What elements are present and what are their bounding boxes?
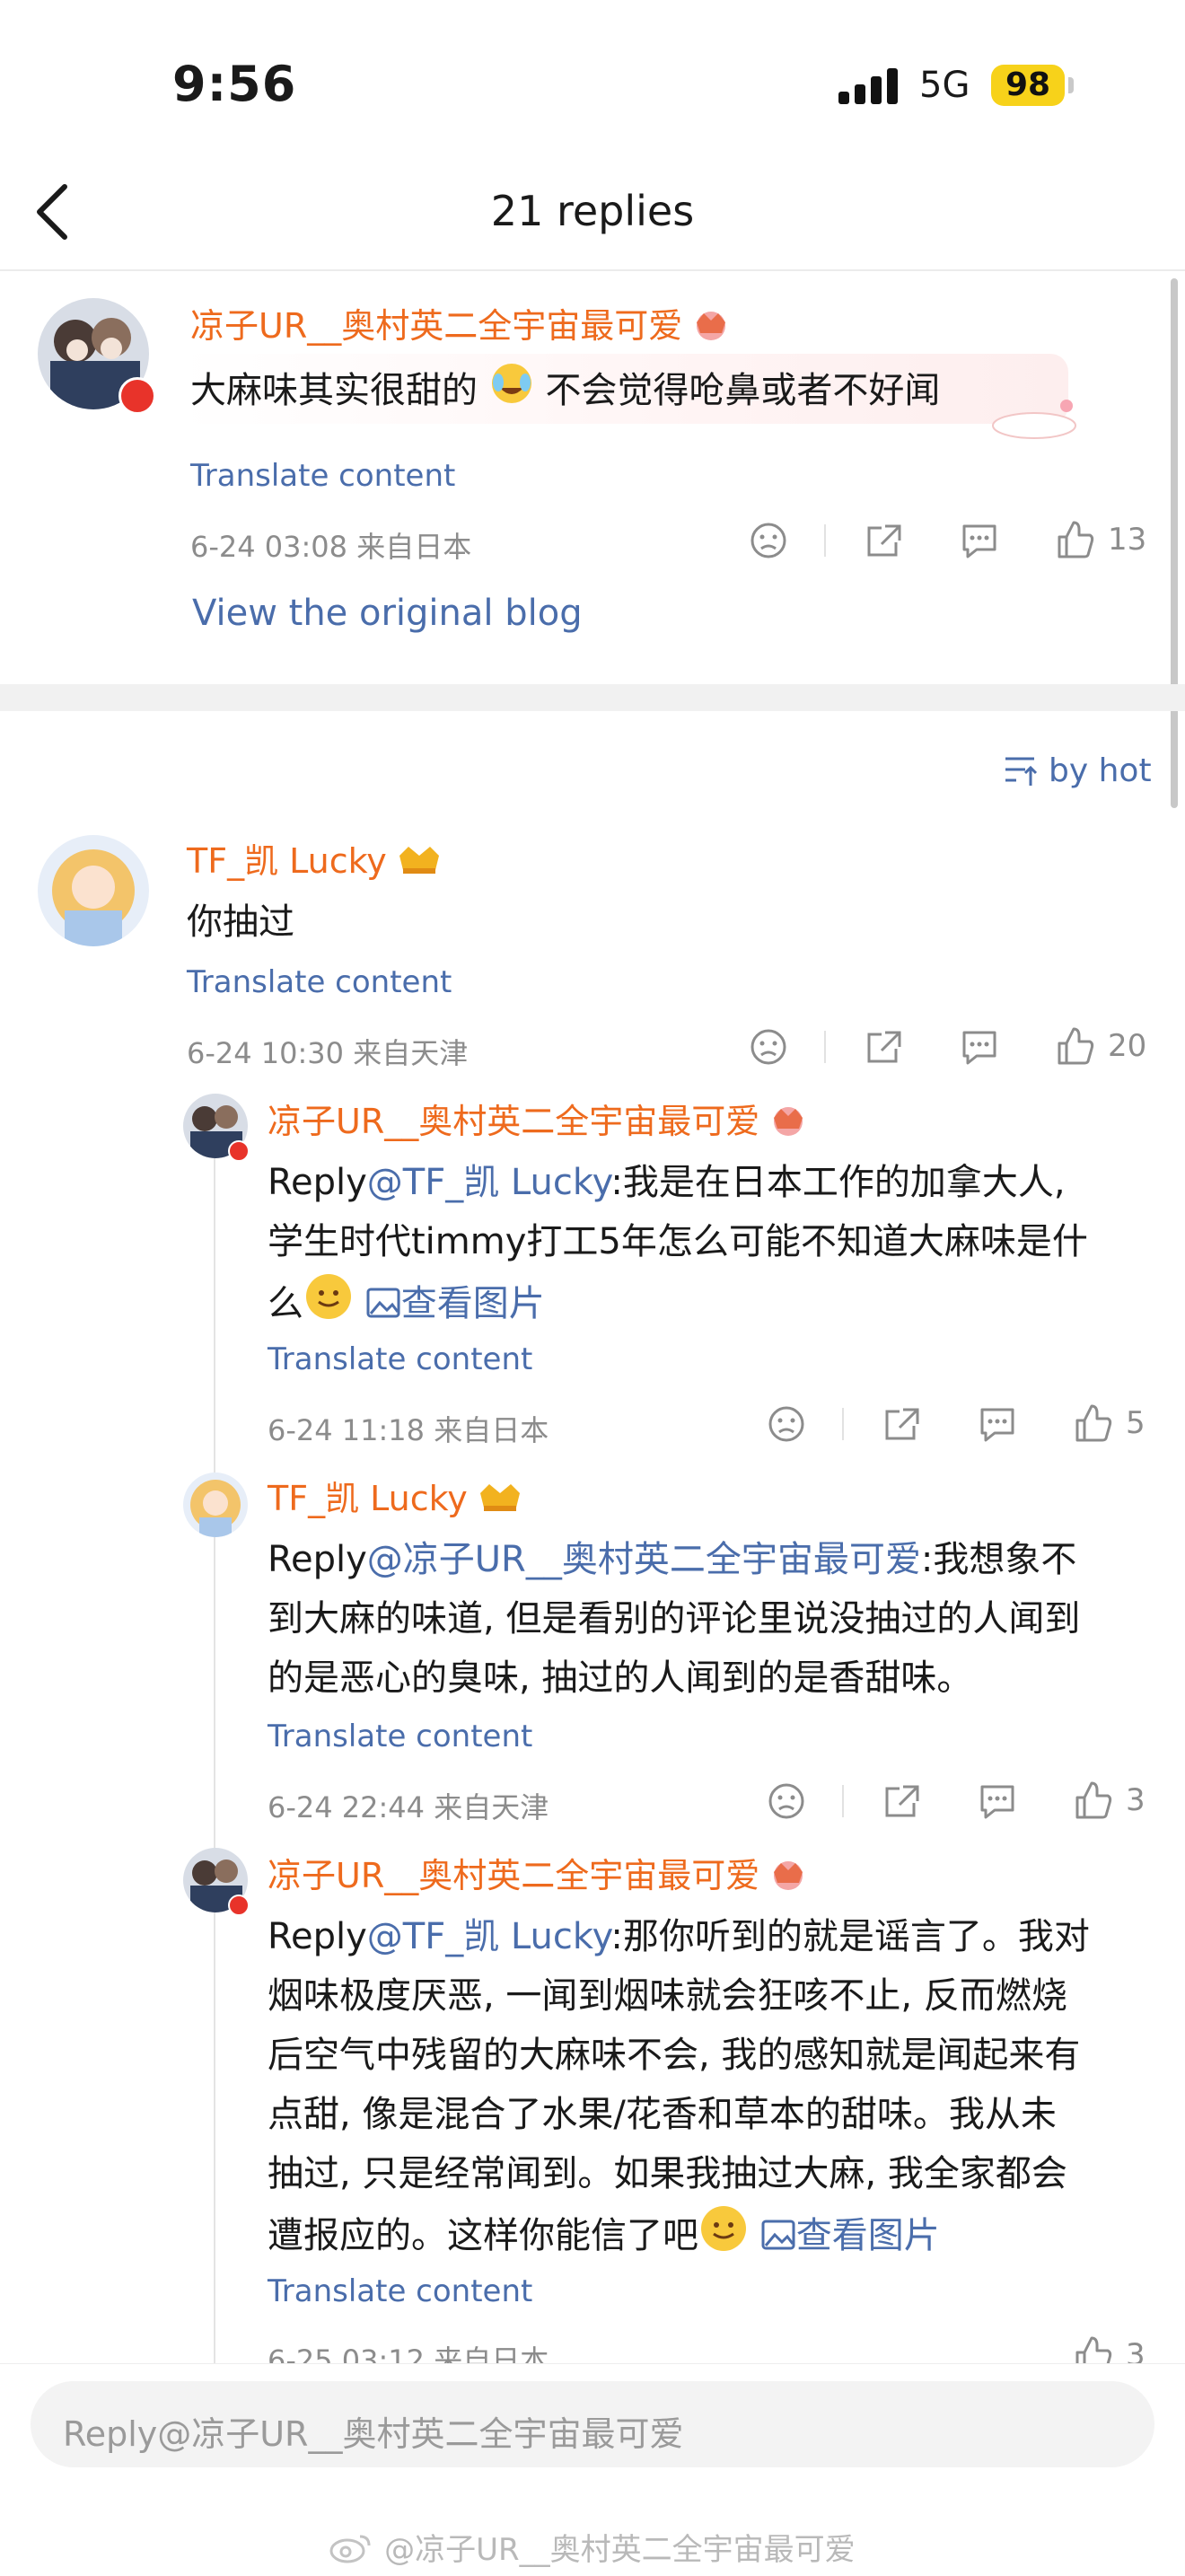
reply-share-button[interactable]	[882, 1404, 923, 1444]
comment-meta: 6-24 10:30 来自天津	[187, 1036, 469, 1070]
reply-text: Reply@TF_凯 Lucky:我是在日本工作的加拿大人, 学生时代timmy…	[268, 1153, 1156, 1340]
root-comment-button[interactable]	[959, 521, 1000, 560]
reply-translate-link[interactable]: Translate content	[268, 1719, 532, 1754]
mention-link[interactable]: @TF_凯 Lucky	[367, 1916, 611, 1957]
reply-comment-button[interactable]	[977, 1781, 1018, 1821]
crown-badge-icon	[475, 1479, 525, 1523]
divider	[824, 524, 826, 557]
thread-line	[214, 1126, 215, 2370]
comment-translate-link[interactable]: Translate content	[187, 964, 452, 1000]
header-divider	[0, 269, 1185, 271]
avatar-reply-2[interactable]	[183, 1473, 248, 1537]
smile-emoji-icon	[698, 2203, 749, 2272]
dislike-face-icon	[750, 1029, 786, 1065]
crying-laugh-emoji-icon	[489, 361, 534, 424]
reply-meta: 6-24 22:44 来自天津	[268, 1790, 549, 1824]
comment-text: 你抽过	[187, 901, 294, 943]
crown-badge-icon	[767, 1102, 810, 1146]
dislike-face-icon	[768, 1406, 804, 1442]
reply-text: Reply@凉子UR__奥村英二全宇宙最可爱:我想象不 到大麻的味道, 但是看别…	[268, 1539, 1081, 1699]
view-image-link[interactable]: 查看图片	[760, 2215, 940, 2256]
root-dislike-button[interactable]	[749, 521, 788, 560]
share-icon	[885, 1785, 919, 1817]
reply-comment-button[interactable]	[977, 1404, 1018, 1444]
thumbs-up-icon	[1075, 1404, 1112, 1442]
comment-icon	[980, 1408, 1014, 1442]
avatar-commenter[interactable]	[38, 835, 149, 946]
reply-username[interactable]: 凉子UR__奥村英二全宇宙最可爱	[268, 1848, 810, 1900]
reply-input-placeholder: Reply@凉子UR__奥村英二全宇宙最可爱	[63, 2414, 684, 2454]
reply-translate-link[interactable]: Translate content	[268, 1341, 532, 1377]
reply-username[interactable]: TF_凯 Lucky	[268, 1471, 525, 1523]
image-icon	[761, 2220, 795, 2250]
sort-button[interactable]: by hot	[1002, 752, 1152, 789]
sort-label: by hot	[1049, 752, 1152, 789]
image-icon	[366, 1288, 400, 1318]
divider	[824, 1031, 826, 1063]
view-image-link[interactable]: 查看图片	[365, 1283, 545, 1324]
root-translate-link[interactable]: Translate content	[190, 458, 455, 494]
reply-translate-link[interactable]: Translate content	[268, 2273, 532, 2309]
reply-like-button[interactable]: 3	[1072, 1780, 1146, 1821]
commenter-username[interactable]: TF_凯 Lucky	[187, 833, 444, 885]
comment-share-button[interactable]	[864, 1027, 905, 1067]
weibo-logo-icon	[329, 2531, 374, 2572]
verified-badge-icon	[118, 377, 156, 415]
reply-share-button[interactable]	[882, 1781, 923, 1821]
like-count: 13	[1108, 522, 1147, 558]
reply-like-button[interactable]: 5	[1072, 1402, 1146, 1444]
mention-link[interactable]: @TF_凯 Lucky	[367, 1162, 611, 1203]
like-count: 3	[1126, 1782, 1146, 1818]
share-icon	[867, 1031, 901, 1063]
like-count: 5	[1126, 1405, 1146, 1441]
reply-dislike-button[interactable]	[767, 1781, 806, 1821]
section-divider	[0, 684, 1185, 711]
cat-sticker-icon	[980, 393, 1079, 445]
comment-like-button[interactable]: 20	[1054, 1025, 1146, 1067]
root-share-button[interactable]	[864, 521, 905, 560]
share-icon	[867, 524, 901, 557]
dislike-face-icon	[768, 1783, 804, 1819]
root-username[interactable]: 凉子UR__奥村英二全宇宙最可爱	[190, 298, 733, 350]
crown-badge-icon	[394, 841, 444, 885]
network-type: 5G	[919, 65, 970, 106]
thumbs-up-icon	[1058, 1027, 1094, 1065]
divider	[842, 1785, 844, 1817]
comment-icon	[980, 1785, 1014, 1819]
sort-icon	[1005, 757, 1038, 786]
comment-icon	[962, 524, 996, 558]
smile-emoji-icon	[303, 1271, 354, 1340]
battery-indicator: 98	[991, 65, 1065, 106]
verified-badge-icon	[228, 1895, 250, 1916]
mention-link[interactable]: @凉子UR__奥村英二全宇宙最可爱	[367, 1539, 921, 1580]
root-meta: 6-24 03:08 来自日本	[190, 530, 472, 564]
view-original-blog-link[interactable]: View the original blog	[192, 593, 583, 634]
root-like-button[interactable]: 13	[1054, 519, 1146, 560]
scrollbar[interactable]	[1171, 278, 1178, 808]
status-time: 9:56	[172, 56, 297, 112]
crown-badge-icon	[767, 1856, 810, 1900]
watermark: @凉子UR__奥村英二全宇宙最可爱	[0, 2525, 1185, 2572]
thumbs-up-icon	[1058, 521, 1094, 558]
root-comment-text: 大麻味其实很甜的 不会觉得呛鼻或者不好闻	[190, 361, 940, 424]
comment-comment-button[interactable]	[959, 1027, 1000, 1067]
dislike-face-icon	[750, 523, 786, 558]
share-icon	[885, 1408, 919, 1440]
comment-icon	[962, 1031, 996, 1065]
battery-tip	[1068, 77, 1074, 93]
crown-badge-icon	[689, 306, 733, 350]
divider	[842, 1408, 844, 1440]
reply-dislike-button[interactable]	[767, 1404, 806, 1444]
page-title: 21 replies	[490, 187, 695, 235]
comment-dislike-button[interactable]	[749, 1027, 788, 1067]
signal-icon	[838, 68, 901, 108]
thumbs-up-icon	[1075, 1781, 1112, 1819]
reply-meta: 6-24 11:18 来自日本	[268, 1413, 549, 1447]
reply-username[interactable]: 凉子UR__奥村英二全宇宙最可爱	[268, 1094, 810, 1146]
reply-text: Reply@TF_凯 Lucky:那你听到的就是谣言了。我对 烟味极度厌恶, 一…	[268, 1907, 1156, 2272]
like-count: 20	[1108, 1028, 1147, 1064]
verified-badge-icon	[228, 1140, 250, 1162]
